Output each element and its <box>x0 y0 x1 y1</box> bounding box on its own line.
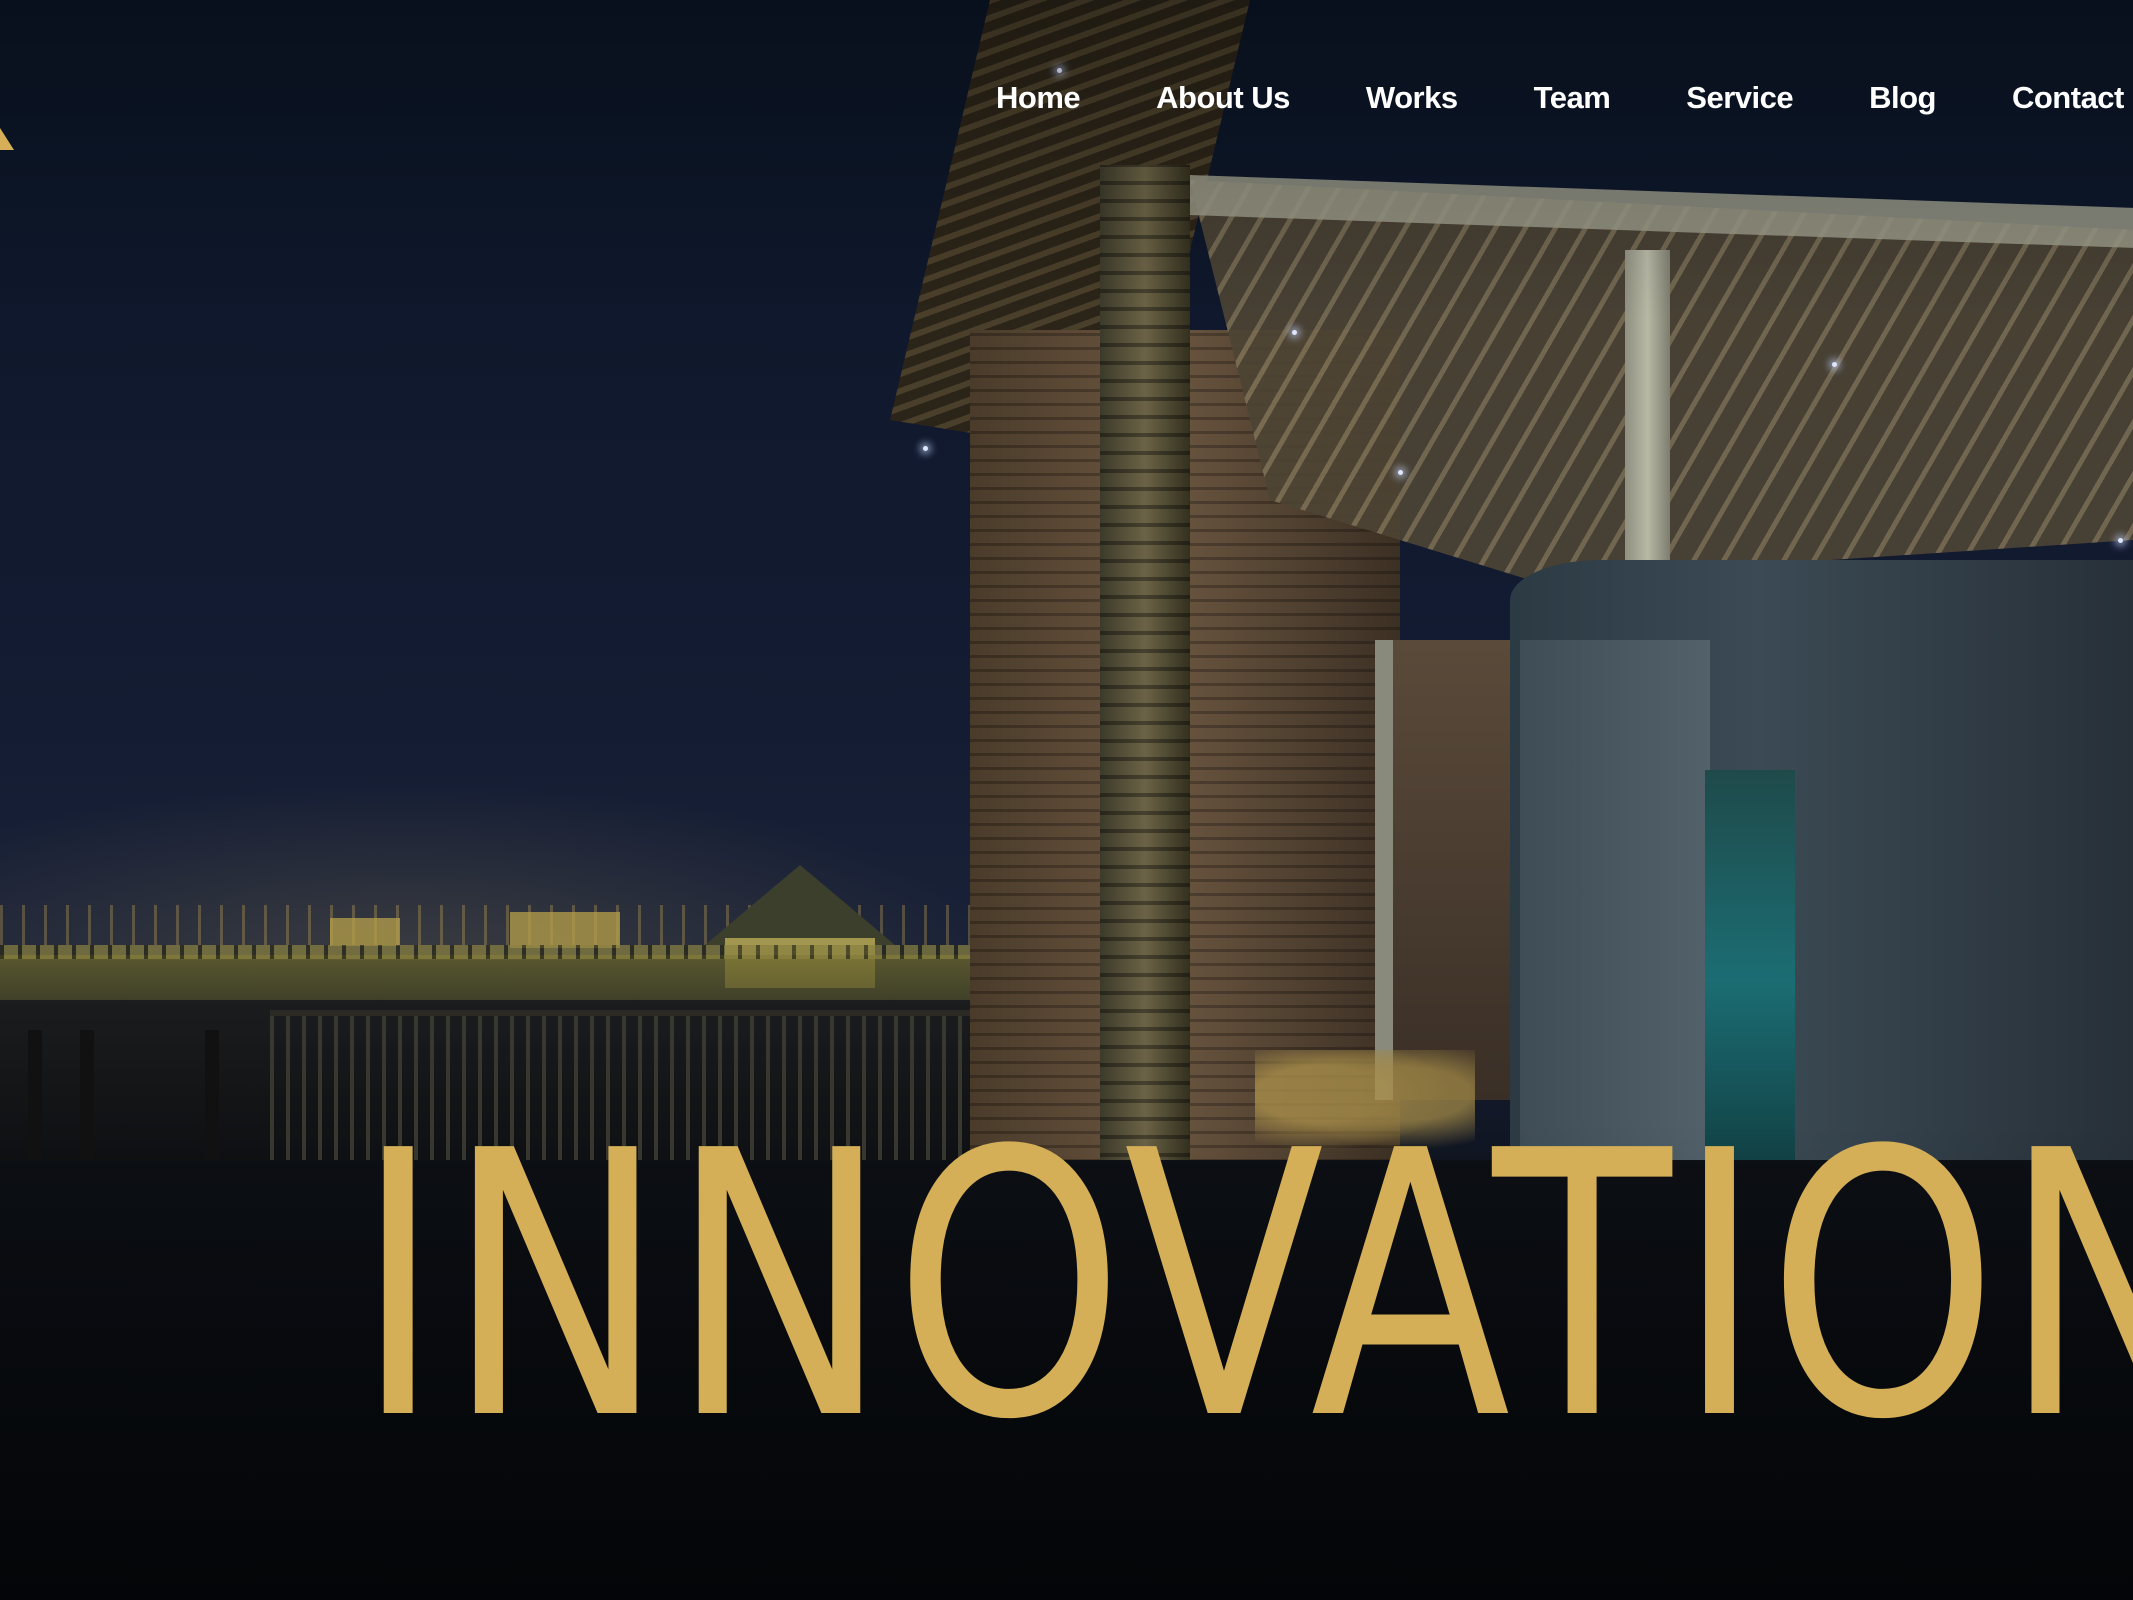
nav-about-us[interactable]: About Us <box>1156 76 1290 120</box>
nav-works[interactable]: Works <box>1366 76 1458 120</box>
nav-team[interactable]: Team <box>1534 76 1611 120</box>
nav-contact[interactable]: Contact <box>2012 76 2124 120</box>
triangle-logo-icon[interactable] <box>0 128 14 154</box>
main-nav: Home About Us Works Team Service Blog Co… <box>996 76 2124 120</box>
nav-blog[interactable]: Blog <box>1869 76 1936 120</box>
hero-headline: INNOVATION <box>355 1074 2133 1500</box>
hero-section: Home About Us Works Team Service Blog Co… <box>0 0 2133 1600</box>
nav-service[interactable]: Service <box>1686 76 1793 120</box>
nav-home[interactable]: Home <box>996 76 1081 120</box>
